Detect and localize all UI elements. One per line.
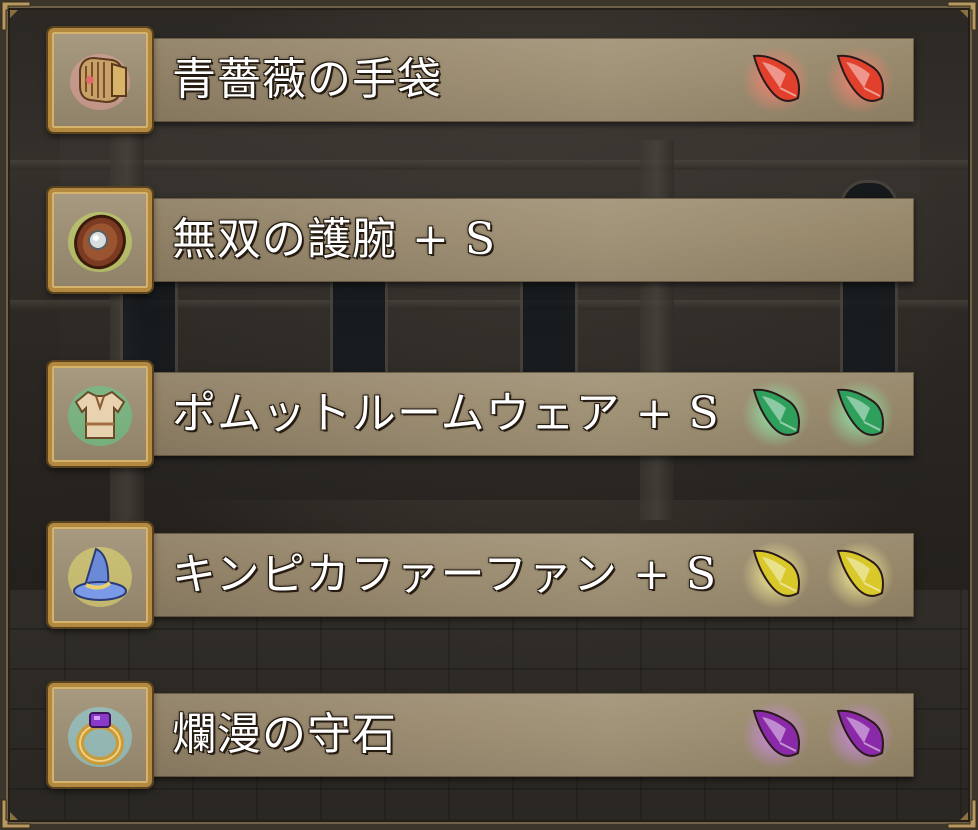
- green-gem-icon: [824, 378, 896, 450]
- yellow-gem-icon: [740, 539, 812, 611]
- yellow-gem-icon: [824, 539, 896, 611]
- red-gem-icon: [824, 44, 896, 116]
- tunic-icon: [68, 386, 132, 446]
- item-icon-frame[interactable]: [48, 28, 152, 132]
- equipment-row[interactable]: ポムットルームウェア + S: [48, 362, 914, 466]
- purple-gem-icon: [824, 699, 896, 771]
- item-icon-frame[interactable]: [48, 188, 152, 292]
- item-name: 無双の護腕 + S: [172, 214, 496, 265]
- background-beam: [0, 160, 978, 170]
- gauntlet-icon: [70, 54, 130, 110]
- equipment-row[interactable]: キンピカファーファン + S: [48, 523, 914, 627]
- shield-icon: [68, 212, 132, 272]
- green-gem-icon: [740, 378, 812, 450]
- equipment-screen: 青薔薇の手袋 無双の護腕 + S ポムットルームウェア + S キンピカファーフ…: [0, 0, 978, 830]
- red-gem-icon: [740, 44, 812, 116]
- equipment-row[interactable]: 青薔薇の手袋: [48, 28, 914, 132]
- gem-slots: [740, 529, 896, 621]
- item-name: 爛漫の守石: [172, 709, 397, 760]
- purple-gem-icon: [740, 699, 812, 771]
- item-name: ポムットルームウェア + S: [172, 388, 720, 439]
- equipment-row[interactable]: 無双の護腕 + S: [48, 188, 914, 292]
- gem-slots: [740, 368, 896, 460]
- gem-slots: [740, 34, 896, 126]
- wizard-hat-icon: [68, 547, 132, 607]
- ring-icon: [68, 707, 132, 767]
- item-name: キンピカファーファン + S: [172, 549, 718, 600]
- item-icon-frame[interactable]: [48, 523, 152, 627]
- item-name: 青薔薇の手袋: [172, 54, 442, 105]
- item-icon-frame[interactable]: [48, 362, 152, 466]
- equipment-row[interactable]: 爛漫の守石: [48, 683, 914, 787]
- item-icon-frame[interactable]: [48, 683, 152, 787]
- gem-slots: [740, 689, 896, 781]
